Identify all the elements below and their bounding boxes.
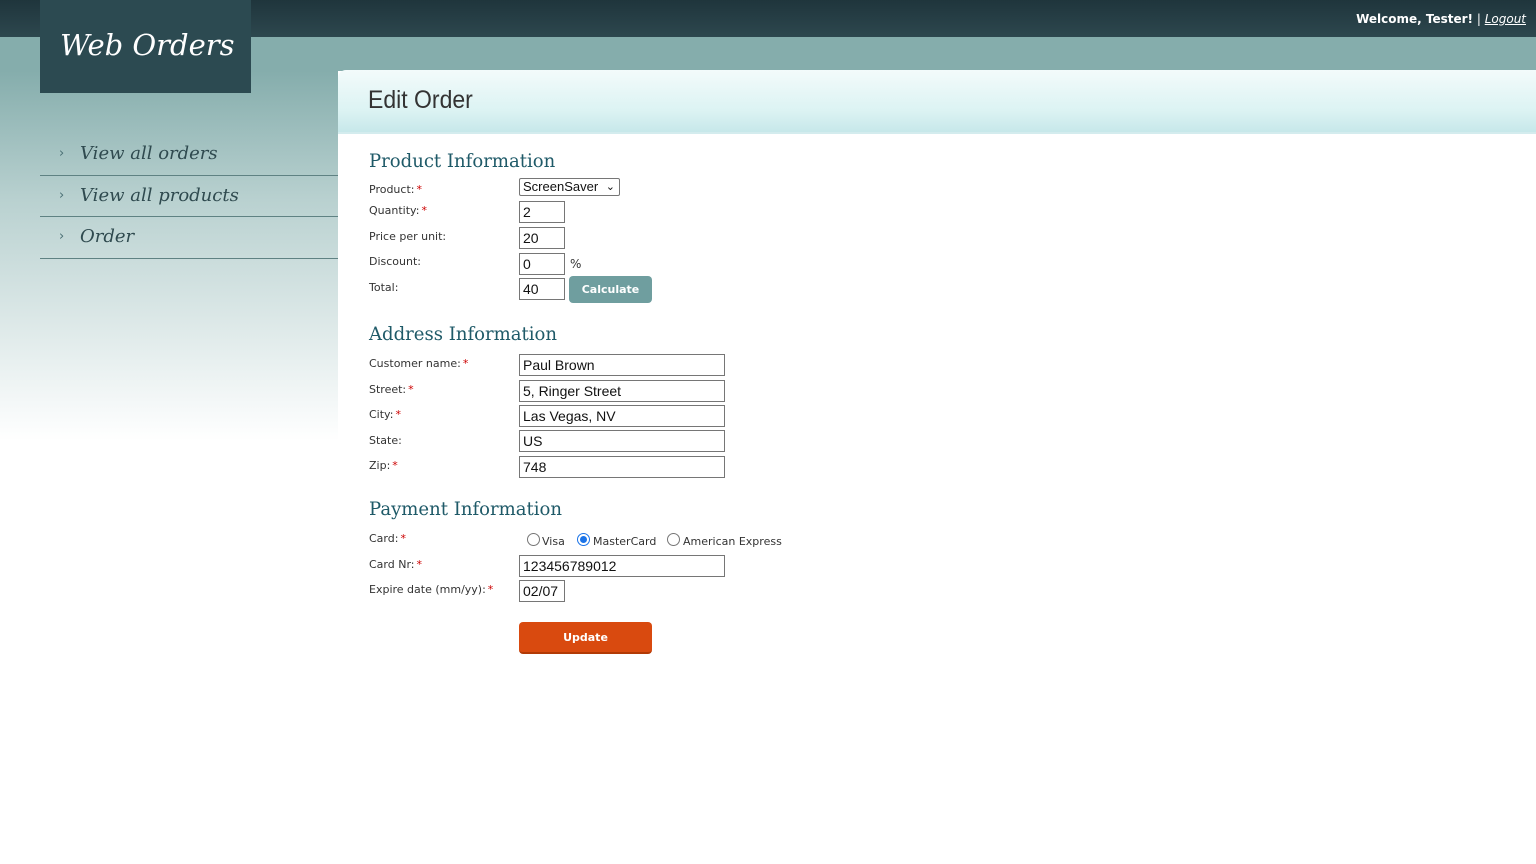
american-express-radio-label: American Express — [683, 535, 782, 548]
logout-link[interactable]: Logout — [1485, 12, 1526, 26]
payment-section-title: Payment Information — [369, 498, 563, 520]
sidebar-item-label: View all orders — [80, 143, 218, 164]
total-field[interactable]: 40 — [519, 278, 565, 300]
quantity-label: Quantity: * — [369, 204, 427, 217]
logo-text: Web Orders — [60, 28, 235, 62]
state-label: State: — [369, 434, 402, 447]
sidebar-item-order[interactable]: › Order — [40, 217, 338, 259]
required-marker: * — [416, 558, 423, 571]
chevron-down-icon: ⌄ — [605, 181, 615, 193]
address-section-title: Address Information — [369, 323, 558, 345]
page-title: Edit Order — [368, 86, 473, 114]
required-marker: * — [462, 357, 469, 370]
card-label: Card: * — [369, 532, 406, 545]
welcome-area: Welcome, Tester! | Logout — [1356, 12, 1526, 26]
welcome-separator: | — [1476, 12, 1481, 26]
street-field[interactable]: 5, Ringer Street — [519, 380, 725, 402]
required-marker: * — [392, 459, 398, 472]
logo: Web Orders — [40, 0, 251, 93]
customer-name-label: Customer name: * — [369, 357, 469, 370]
mastercard-radio-label: MasterCard — [593, 535, 657, 548]
required-marker: * — [408, 383, 414, 396]
update-button[interactable]: Update — [519, 622, 652, 654]
street-label: Street: * — [369, 383, 414, 396]
city-field[interactable]: Las Vegas, NV — [519, 405, 725, 427]
state-field[interactable]: US — [519, 430, 725, 452]
discount-label: Discount: — [369, 255, 421, 268]
customer-name-field[interactable]: Paul Brown — [519, 354, 725, 376]
required-marker: * — [395, 408, 401, 421]
required-marker: * — [400, 532, 406, 545]
welcome-text: Welcome, Tester! — [1356, 12, 1473, 26]
product-label: Product: * — [369, 183, 422, 196]
total-label: Total: — [369, 281, 399, 294]
expire-date-label: Expire date (mm/yy): * — [369, 583, 494, 596]
price-label: Price per unit: — [369, 230, 447, 243]
visa-radio[interactable] — [527, 533, 540, 546]
chevron-right-icon: › — [59, 187, 65, 203]
zip-field[interactable]: 748 — [519, 456, 725, 478]
content-header: Edit Order — [338, 70, 1536, 134]
product-select[interactable]: ScreenSaver ⌄ — [519, 178, 620, 196]
discount-unit: % — [570, 257, 582, 271]
required-marker: * — [421, 204, 427, 217]
chevron-right-icon: › — [59, 229, 65, 244]
sidebar-item-view-all-products[interactable]: › View all products — [40, 176, 338, 217]
product-select-value: ScreenSaver — [523, 179, 599, 194]
zip-label: Zip: * — [369, 459, 398, 472]
visa-radio-label: Visa — [542, 535, 565, 548]
quantity-field[interactable]: 2 — [519, 201, 565, 223]
sidebar-nav: › View all orders › View all products › … — [40, 134, 338, 259]
city-label: City: * — [369, 408, 401, 421]
american-express-radio[interactable] — [667, 533, 680, 546]
sidebar-item-label: View all products — [80, 184, 239, 206]
card-nr-field[interactable]: 123456789012 — [519, 555, 725, 577]
expire-date-field[interactable]: 02/07 — [519, 580, 565, 602]
price-field[interactable]: 20 — [519, 227, 565, 249]
discount-field[interactable]: 0 — [519, 253, 565, 275]
card-nr-label: Card Nr: * — [369, 558, 422, 571]
mastercard-radio[interactable] — [577, 533, 590, 546]
product-section-title: Product Information — [369, 150, 556, 172]
calculate-button[interactable]: Calculate — [569, 276, 652, 303]
sidebar-item-view-all-orders[interactable]: › View all orders — [40, 134, 338, 176]
required-marker: * — [416, 183, 422, 196]
sidebar-item-label: Order — [80, 226, 135, 247]
required-marker: * — [487, 583, 494, 596]
chevron-right-icon: › — [59, 146, 65, 161]
